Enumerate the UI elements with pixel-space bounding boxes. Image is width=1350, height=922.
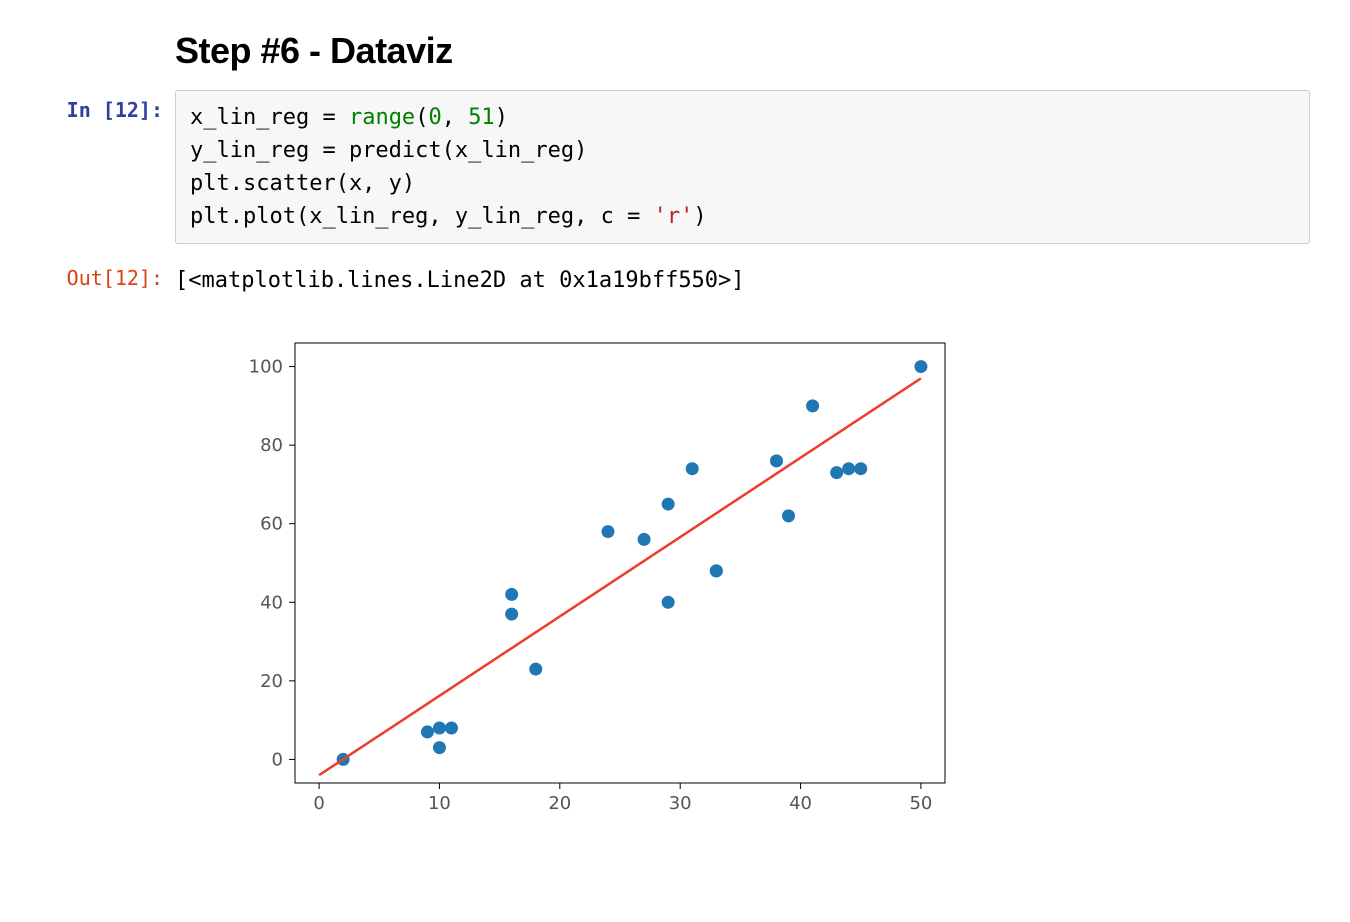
chart-output: 0 10 20 30 40 50 0 20 40 60 80 100 [175,293,1310,823]
scatter-point [710,564,723,577]
output-content: [<matplotlib.lines.Line2D at 0x1a19bff55… [175,258,1310,823]
scatter-point [445,722,458,735]
scatter-point [529,663,542,676]
code-input[interactable]: x_lin_reg = range(0, 51) y_lin_reg = pre… [175,90,1310,244]
x-tick-label: 10 [428,793,451,814]
scatter-point [854,462,867,475]
code-token: range [349,105,415,130]
scatter-point [662,596,675,609]
code-token: 51 [468,105,495,130]
heading-content: Step #6 - Dataviz [175,20,1310,90]
scatter-point [433,722,446,735]
page: Step #6 - Dataviz In [12]: x_lin_reg = r… [0,0,1350,922]
input-content: x_lin_reg = range(0, 51) y_lin_reg = pre… [175,90,1310,244]
scatter-point [662,498,675,511]
code-token: ( [415,105,428,130]
scatter-point [638,533,651,546]
x-tick-label: 40 [789,793,812,814]
y-tick-label: 20 [260,671,283,692]
scatter-point [601,525,614,538]
y-tick-label: 100 [249,357,283,378]
x-tick-label: 50 [909,793,932,814]
code-token: = [322,105,349,130]
output-text: [<matplotlib.lines.Line2D at 0x1a19bff55… [175,258,1310,293]
y-tick-label: 0 [272,749,283,770]
scatter-point [433,741,446,754]
code-token: , [442,105,469,130]
code-token: ) [693,204,706,229]
scatter-point [505,588,518,601]
input-cell-row: In [12]: x_lin_reg = range(0, 51) y_lin_… [0,90,1310,244]
heading-prompt-spacer [0,20,175,28]
code-token: 'r' [654,204,694,229]
scatter-point [505,608,518,621]
code-token: x_lin_reg [190,105,322,130]
code-line: y_lin_reg = predict(x_lin_reg) [190,138,587,163]
y-tick-label: 80 [260,435,283,456]
scatter-point [770,454,783,467]
scatter-point [782,509,795,522]
scatter-point [806,399,819,412]
output-cell-row: Out[12]: [<matplotlib.lines.Line2D at 0x… [0,258,1310,823]
heading-row: Step #6 - Dataviz [0,20,1310,90]
x-tick-label: 20 [548,793,571,814]
code-token: plt.plot(x_lin_reg, y_lin_reg, c = [190,204,654,229]
y-tick-label: 40 [260,592,283,613]
code-token: 0 [428,105,441,130]
scatter-point [686,462,699,475]
x-tick-label: 30 [669,793,692,814]
x-tick-label: 0 [313,793,324,814]
scatter-point [421,725,434,738]
regression-line [319,378,921,775]
scatter-chart: 0 10 20 30 40 50 0 20 40 60 80 100 [215,323,975,823]
output-prompt: Out[12]: [0,258,175,290]
section-heading: Step #6 - Dataviz [175,30,1310,72]
y-tick-label: 60 [260,514,283,535]
plot-border [295,343,945,783]
scatter-point [914,360,927,373]
scatter-point [842,462,855,475]
input-prompt: In [12]: [0,90,175,122]
code-token: ) [495,105,508,130]
scatter-point [830,466,843,479]
code-line: plt.scatter(x, y) [190,171,415,196]
